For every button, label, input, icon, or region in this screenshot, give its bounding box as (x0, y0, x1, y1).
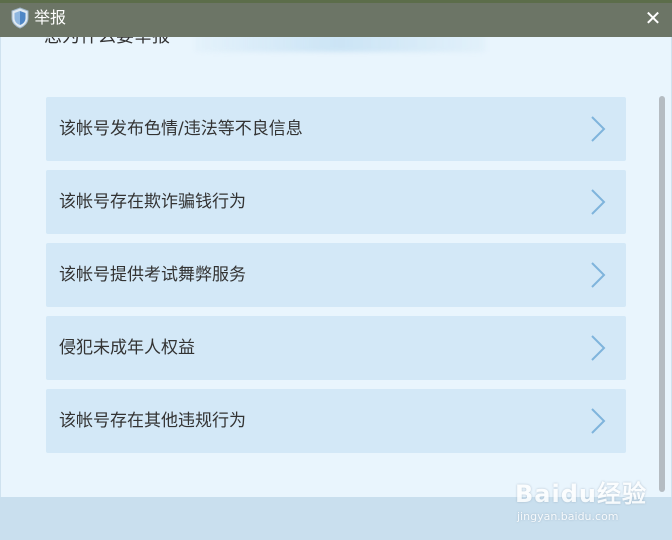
chevron-right-icon (591, 189, 606, 215)
scrollbar-thumb[interactable] (659, 96, 665, 492)
reason-label: 该帐号发布色情/违法等不良信息 (59, 119, 303, 139)
reason-list: 该帐号发布色情/违法等不良信息 该帐号存在欺诈骗钱行为 该帐号提供考试舞弊服务 … (46, 97, 626, 462)
reason-item-exam-cheating[interactable]: 该帐号提供考试舞弊服务 (46, 243, 626, 307)
reason-item-other-violation[interactable]: 该帐号存在其他违规行为 (46, 389, 626, 453)
watermark-site: jingyan.baidu.com (517, 510, 619, 523)
reason-item-minors-rights[interactable]: 侵犯未成年人权益 (46, 316, 626, 380)
chevron-right-icon (591, 408, 606, 434)
close-icon[interactable]: ✕ (642, 7, 664, 29)
chevron-right-icon (591, 262, 606, 288)
chevron-right-icon (591, 116, 606, 142)
top-strip (0, 0, 672, 3)
dialog-body: 该帐号发布色情/违法等不良信息 该帐号存在欺诈骗钱行为 该帐号提供考试舞弊服务 … (0, 37, 672, 497)
reason-label: 该帐号提供考试舞弊服务 (59, 265, 246, 285)
title-bar[interactable]: 举报 ✕ (0, 0, 672, 37)
reason-item-fraud[interactable]: 该帐号存在欺诈骗钱行为 (46, 170, 626, 234)
dialog-title: 举报 (34, 8, 67, 27)
reason-item-pornography-illegal[interactable]: 该帐号发布色情/违法等不良信息 (46, 97, 626, 161)
reason-label: 该帐号存在欺诈骗钱行为 (59, 192, 246, 212)
reason-label: 该帐号存在其他违规行为 (59, 411, 246, 431)
shield-icon (11, 7, 29, 29)
baidu-jingyan-watermark: Baidu经验 jingyan.baidu.com (515, 470, 665, 530)
reason-label: 侵犯未成年人权益 (59, 338, 195, 358)
report-dialog: 您为什么要举报 举报 ✕ 该帐号发布色情/违法等不良信息 该帐号存在欺诈骗钱行为 (0, 0, 672, 540)
watermark-brand: Baidu经验 (515, 480, 647, 508)
chevron-right-icon (591, 335, 606, 361)
